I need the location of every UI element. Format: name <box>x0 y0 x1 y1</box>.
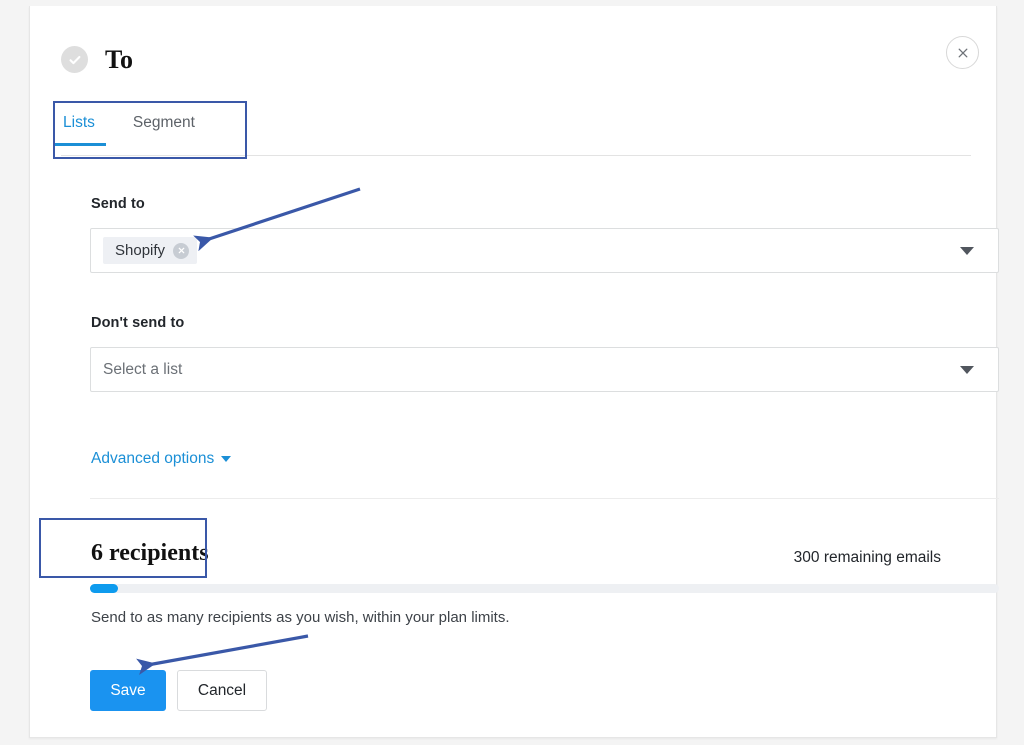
to-panel-card: To Lists Segment <box>29 6 997 738</box>
chevron-down-icon[interactable] <box>960 366 974 374</box>
send-to-label: Send to <box>91 196 145 212</box>
section-divider <box>90 498 999 499</box>
list-chip-shopify[interactable]: Shopify <box>103 237 197 264</box>
chevron-down-icon[interactable] <box>960 247 974 255</box>
tab-bar-rule <box>61 155 971 156</box>
close-button[interactable] <box>946 36 979 69</box>
save-button[interactable]: Save <box>90 670 166 711</box>
recipients-help-text: Send to as many recipients as you wish, … <box>91 609 510 626</box>
cancel-button-label: Cancel <box>198 682 246 700</box>
list-chip-label: Shopify <box>115 242 165 259</box>
recipients-progress-fill <box>90 584 118 593</box>
check-circle-icon <box>61 46 88 73</box>
tab-segment[interactable]: Segment <box>131 110 197 146</box>
cancel-button[interactable]: Cancel <box>177 670 267 711</box>
advanced-options-label: Advanced options <box>91 450 214 468</box>
screenshot-root: To Lists Segment <box>0 0 1024 745</box>
advanced-options-toggle[interactable]: Advanced options <box>91 450 231 468</box>
page-title: To <box>105 47 133 73</box>
recipients-progress-bar <box>90 584 999 593</box>
tab-lists[interactable]: Lists <box>61 110 97 146</box>
dont-send-to-label: Don't send to <box>91 315 184 331</box>
recipients-count: 6 recipients <box>91 541 209 565</box>
chip-remove-icon[interactable] <box>173 243 189 259</box>
tab-lists-label: Lists <box>63 114 95 131</box>
tab-bar: Lists Segment <box>61 110 971 156</box>
send-to-select[interactable]: Shopify <box>90 228 999 273</box>
tab-segment-label: Segment <box>133 114 195 131</box>
panel-header: To <box>61 46 133 73</box>
close-icon <box>956 46 970 60</box>
action-buttons: Save Cancel <box>90 670 267 711</box>
caret-down-icon <box>221 456 231 462</box>
save-button-label: Save <box>110 682 145 700</box>
remaining-emails: 300 remaining emails <box>794 549 941 567</box>
dont-send-to-placeholder: Select a list <box>103 361 182 379</box>
dont-send-to-select[interactable]: Select a list <box>90 347 999 392</box>
